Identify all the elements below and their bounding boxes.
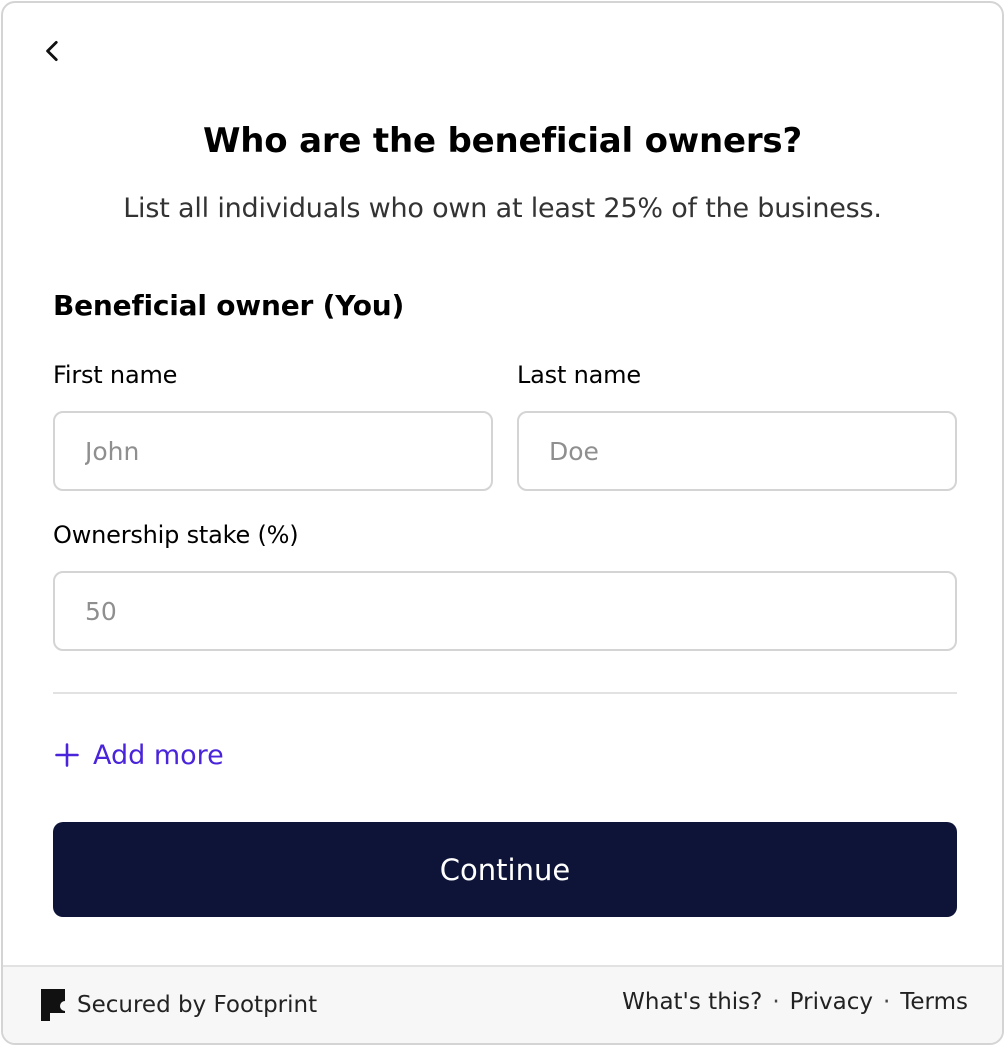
footer-brand-text: Secured by Footprint: [77, 992, 318, 1018]
beneficial-owners-dialog: Who are the beneficial owners? List all …: [1, 1, 1004, 1045]
terms-link[interactable]: Terms: [900, 989, 968, 1015]
first-name-label: First name: [53, 361, 178, 389]
divider: [53, 692, 957, 694]
section-title: Beneficial owner (You): [53, 289, 405, 322]
page-subtitle: List all individuals who own at least 25…: [123, 193, 882, 224]
back-button[interactable]: [31, 29, 75, 73]
privacy-link[interactable]: Privacy: [790, 989, 873, 1015]
ownership-stake-input[interactable]: [53, 571, 957, 651]
continue-button[interactable]: Continue: [53, 822, 957, 917]
add-more-button[interactable]: Add more: [53, 733, 224, 777]
page-title: Who are the beneficial owners?: [203, 121, 802, 161]
last-name-label: Last name: [517, 361, 641, 389]
whats-this-link[interactable]: What's this?: [622, 989, 762, 1015]
chevron-left-icon: [46, 40, 58, 62]
footprint-logo-icon: [41, 989, 65, 1021]
footer: Secured by Footprint What's this? · Priv…: [3, 965, 1002, 1043]
first-name-input[interactable]: [53, 411, 493, 491]
ownership-stake-label: Ownership stake (%): [53, 521, 299, 549]
add-more-label: Add more: [93, 739, 224, 771]
footer-separator: ·: [882, 989, 891, 1015]
last-name-input[interactable]: [517, 411, 957, 491]
footer-separator: ·: [772, 989, 780, 1015]
plus-icon: [55, 743, 79, 767]
footer-links: What's this? · Privacy · Terms: [622, 989, 968, 1015]
footer-brand: Secured by Footprint: [41, 989, 317, 1021]
